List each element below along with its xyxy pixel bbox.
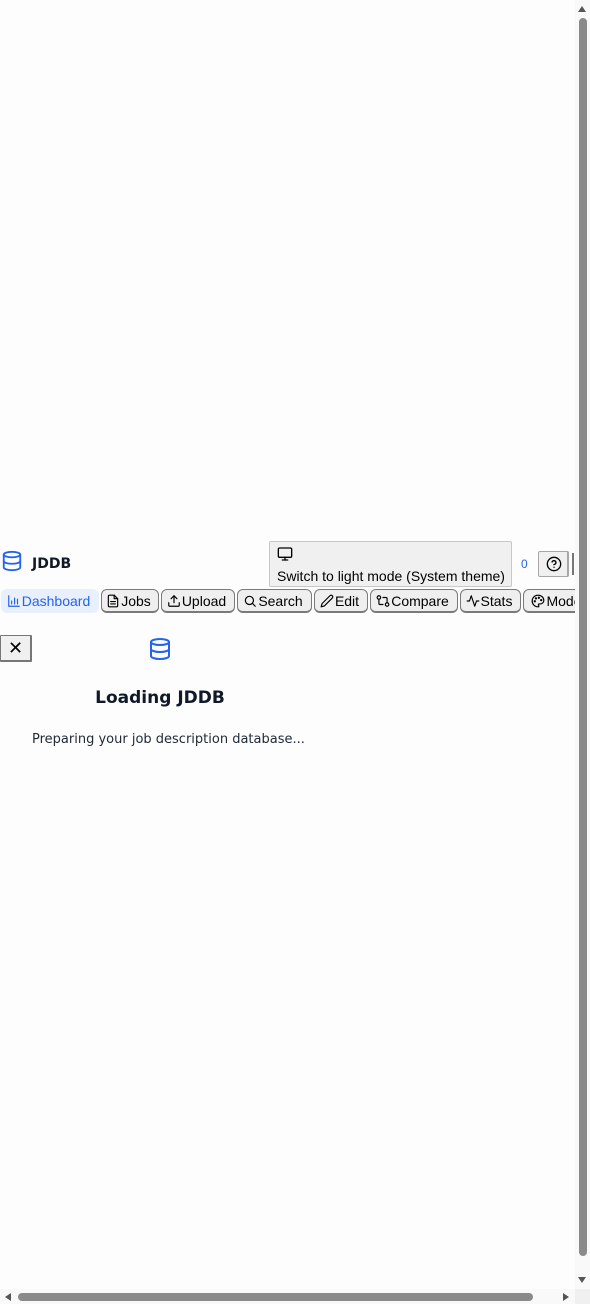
horizontal-scroll-thumb[interactable]	[18, 1293, 533, 1301]
monitor-icon	[277, 547, 293, 561]
bar-chart-icon	[7, 595, 20, 607]
loading-subtitle: Preparing your job description database.…	[32, 732, 305, 747]
tab-upload[interactable]: Upload	[161, 589, 235, 613]
vertical-scroll-thumb[interactable]	[579, 18, 587, 1256]
tab-compare[interactable]: Compare	[370, 589, 458, 613]
search-icon	[245, 595, 257, 607]
git-compare-icon	[376, 595, 390, 607]
database-icon	[2, 550, 22, 572]
tab-label: Upload	[181, 593, 227, 609]
tab-mode[interactable]: Mode	[523, 589, 575, 613]
scroll-up-arrow-icon[interactable]	[578, 6, 586, 12]
vertical-scrollbar[interactable]	[575, 0, 590, 1289]
tab-label: Search	[258, 593, 303, 609]
scroll-right-arrow-icon[interactable]	[563, 1293, 569, 1301]
help-circle-icon	[546, 556, 562, 572]
tab-label: Dashboard	[21, 593, 91, 609]
tab-dashboard[interactable]: Dashboard	[1, 589, 99, 613]
tab-search[interactable]: Search	[237, 589, 312, 613]
tab-label: Jobs	[121, 593, 151, 609]
loading-title: Loading JDDB	[95, 688, 225, 708]
app-header: JDDB Switch to light mode (System theme)…	[0, 540, 575, 588]
loading-database-icon	[150, 638, 170, 660]
pencil-icon	[320, 594, 334, 608]
activity-icon	[466, 595, 479, 607]
notification-count: 0	[521, 557, 528, 571]
document-icon	[107, 594, 119, 608]
scrollbar-corner	[575, 1289, 590, 1304]
app-viewport: JDDB Switch to light mode (System theme)…	[0, 0, 575, 1289]
horizontal-scrollbar[interactable]	[0, 1289, 575, 1304]
main-nav: Dashboard Jobs Upload Search Edit Compar…	[0, 589, 575, 613]
overflow-button-edge[interactable]	[572, 553, 574, 575]
scroll-left-arrow-icon[interactable]	[5, 1293, 11, 1301]
tab-label: Edit	[334, 593, 360, 609]
app-brand: JDDB	[32, 556, 72, 572]
close-button[interactable]: ✕	[0, 635, 32, 662]
upload-icon	[167, 595, 180, 607]
tab-label: Compare	[391, 593, 449, 609]
scroll-down-arrow-icon[interactable]	[578, 1277, 586, 1283]
help-button[interactable]	[538, 551, 569, 577]
tab-jobs[interactable]: Jobs	[101, 589, 159, 613]
tab-edit[interactable]: Edit	[314, 589, 368, 613]
tab-label: Mode	[546, 593, 575, 609]
palette-icon	[532, 594, 545, 608]
tab-label: Stats	[480, 593, 513, 609]
tab-stats[interactable]: Stats	[460, 589, 521, 613]
theme-toggle-button[interactable]: Switch to light mode (System theme)	[269, 541, 512, 587]
theme-toggle-label: Switch to light mode (System theme)	[277, 568, 505, 584]
